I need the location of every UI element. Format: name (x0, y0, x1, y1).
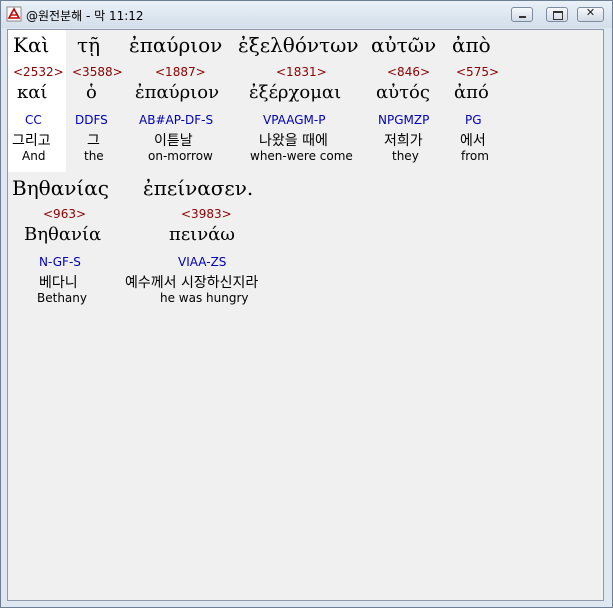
parsing-code: DDFS (75, 113, 108, 127)
english-gloss: from (461, 149, 489, 163)
strong-number: <963> (43, 207, 87, 221)
strong-number: <1887> (155, 65, 206, 79)
lemma: ὁ (86, 82, 97, 103)
greek-word: ἐπείνασεν. (143, 176, 254, 200)
close-icon: ✕ (585, 6, 596, 19)
korean-gloss: 그 (87, 133, 100, 149)
korean-gloss: 베다니 (39, 275, 78, 291)
strong-number: <575> (456, 65, 500, 79)
parsing-code: CC (25, 113, 42, 127)
english-gloss: And (22, 149, 46, 163)
app-window: @원전분해 - 막 11:12 ✕ Καὶ <2532> καί CC 그리고 … (0, 0, 613, 608)
lemma: ἐπαύριον (135, 82, 220, 103)
lemma: ἀπό (454, 82, 489, 103)
strong-number: <846> (387, 65, 431, 79)
strong-number: <3588> (72, 65, 123, 79)
greek-word: Βηθανίας (12, 176, 109, 200)
korean-gloss: 나왔을 때에 (259, 133, 328, 149)
korean-gloss: 예수께서 시장하신지라 (125, 275, 259, 291)
greek-word: ἐπαύριον (129, 33, 223, 57)
lemma: Βηθανία (24, 224, 102, 245)
greek-word: ἀπὸ (452, 33, 491, 57)
greek-word: αὐτῶν (371, 33, 437, 57)
greek-word: ἐξελθόντων (238, 33, 359, 57)
parsing-code: AB#AP-DF-S (139, 113, 214, 127)
strong-number: <2532> (13, 65, 64, 79)
english-gloss: he was hungry (160, 291, 249, 305)
korean-gloss: 저희가 (384, 133, 423, 149)
lemma: ἐξέρχομαι (249, 82, 342, 103)
maximize-button[interactable] (546, 7, 568, 22)
english-gloss: the (84, 149, 104, 163)
minimize-button[interactable] (511, 7, 533, 22)
strong-number: <3983> (181, 207, 232, 221)
window-title: @원전분해 - 막 11:12 (26, 9, 144, 23)
lemma: καί (17, 82, 48, 103)
analysis-panel: Καὶ <2532> καί CC 그리고 And τῇ <3588> ὁ DD… (7, 29, 604, 601)
lemma: αὐτός (376, 82, 430, 103)
parsing-code: NPGMZP (378, 113, 430, 127)
english-gloss: Bethany (37, 291, 87, 305)
close-button[interactable]: ✕ (577, 6, 604, 22)
parsing-code: N-GF-S (39, 255, 81, 269)
greek-word: τῇ (77, 33, 101, 57)
lemma: πεινάω (169, 224, 235, 245)
english-gloss: on-morrow (148, 149, 213, 163)
korean-gloss: 이튿날 (154, 133, 193, 149)
parsing-code: VIAA-ZS (178, 255, 227, 269)
english-gloss: they (392, 149, 419, 163)
greek-word: Καὶ (13, 33, 50, 57)
title-bar[interactable]: @원전분해 - 막 11:12 ✕ (1, 1, 612, 28)
minimize-icon (519, 16, 526, 18)
parsing-code: VPAAGM-P (263, 113, 326, 127)
maximize-icon (553, 11, 563, 20)
english-gloss: when-were come (250, 149, 353, 163)
korean-gloss: 그리고 (12, 133, 51, 149)
parsing-code: PG (465, 113, 482, 127)
app-icon (6, 6, 22, 22)
strong-number: <1831> (276, 65, 327, 79)
korean-gloss: 에서 (460, 133, 486, 149)
